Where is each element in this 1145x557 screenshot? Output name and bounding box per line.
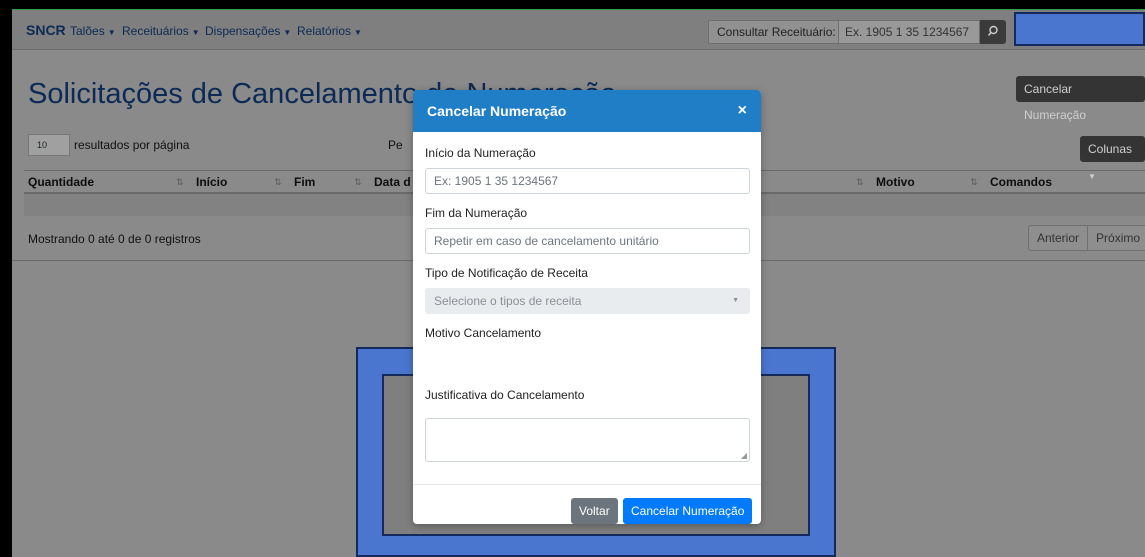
submit-cancel-button[interactable]: Cancelar Numeração [623, 498, 753, 524]
search-label: Pe [388, 138, 403, 152]
navbar: SNCR Talões ▼ Receituários ▼ Dispensações ▼… [12, 10, 1145, 50]
th-motivo[interactable]: Motivo [876, 175, 915, 189]
justification-label: Justificativa do Cancelamento [425, 388, 585, 402]
type-label: Tipo de Notificação de Receita [425, 266, 588, 280]
nav-relatorios-label: Relatórios [297, 24, 352, 38]
columns-button-label: Colunas [1088, 142, 1133, 156]
th-data[interactable]: Data d [374, 175, 411, 189]
back-button[interactable]: Voltar [571, 498, 618, 524]
sort-icon[interactable]: ⇅ [970, 177, 978, 188]
start-input[interactable]: Ex: 1905 1 35 1234567 [425, 168, 750, 194]
start-label: Início da Numeração [425, 146, 536, 160]
pagination-prev[interactable]: Anterior [1029, 226, 1087, 250]
consult-search-button[interactable] [980, 20, 1006, 44]
modal-header: Cancelar Numeração × [413, 90, 761, 132]
app-window: SNCR Talões ▼ Receituários ▼ Dispensações ▼… [12, 10, 1145, 557]
consult-label: Consultar Receituário: [708, 20, 845, 44]
th-fim[interactable]: Fim [294, 175, 315, 189]
th-quantidade[interactable]: Quantidade [28, 175, 94, 189]
th-comandos[interactable]: Comandos [990, 175, 1052, 189]
chevron-down-icon: ▼ [107, 28, 116, 37]
end-input[interactable]: Repetir em caso de cancelamento unitário [425, 228, 750, 254]
highlight-rect-top [1014, 12, 1145, 46]
nav-dispensacoes[interactable]: Dispensações ▼ [205, 24, 291, 38]
nav-taloes[interactable]: Talões ▼ [70, 24, 116, 38]
nav-receituarios-label: Receituários [122, 24, 189, 38]
type-select[interactable]: Selecione o tipos de receita ▼ [425, 288, 750, 314]
reason-label: Motivo Cancelamento [425, 326, 542, 340]
th-inicio[interactable]: Início [196, 175, 227, 189]
per-page-label: resultados por página [74, 138, 190, 152]
chevron-down-icon: ▼ [283, 28, 292, 37]
modal-footer-divider [413, 484, 761, 485]
sort-icon[interactable]: ⇅ [274, 177, 282, 188]
nav-receituarios[interactable]: Receituários ▼ [122, 24, 200, 38]
columns-button[interactable]: Colunas ▼ [1080, 136, 1145, 181]
search-icon [987, 25, 998, 36]
sort-icon[interactable]: ⇅ [176, 177, 184, 188]
chevron-down-icon: ▼ [191, 28, 200, 37]
consult-input[interactable]: Ex. 1905 1 35 1234567 [838, 20, 980, 44]
nav-taloes-label: Talões [70, 24, 105, 38]
modal-title: Cancelar Numeração [427, 103, 567, 119]
table-info: Mostrando 0 até 0 de 0 registros [28, 232, 201, 246]
justification-textarea[interactable]: ◢ [425, 418, 750, 462]
chevron-down-icon: ▼ [354, 28, 362, 37]
cancel-numbering-button[interactable]: Cancelar Numeração [1016, 76, 1145, 122]
per-page-select[interactable]: 10 [28, 134, 70, 156]
chevron-down-icon: ▼ [732, 297, 739, 304]
nav-dispensacoes-label: Dispensações [205, 24, 281, 38]
close-icon[interactable]: × [738, 102, 747, 120]
cancel-modal: Cancelar Numeração × Início da Numeração… [413, 90, 761, 524]
resize-handle-icon[interactable]: ◢ [741, 451, 747, 460]
sort-icon[interactable]: ⇅ [354, 177, 362, 188]
type-select-value: Selecione o tipos de receita [434, 294, 582, 308]
pagination-next[interactable]: Próximo [1087, 226, 1145, 250]
brand-logo[interactable]: SNCR [26, 22, 66, 38]
end-label: Fim da Numeração [425, 206, 528, 220]
nav-relatorios[interactable]: Relatórios ▼ [297, 24, 362, 38]
pagination: Anterior Próximo [1028, 225, 1145, 251]
sort-icon[interactable]: ⇅ [856, 177, 864, 188]
